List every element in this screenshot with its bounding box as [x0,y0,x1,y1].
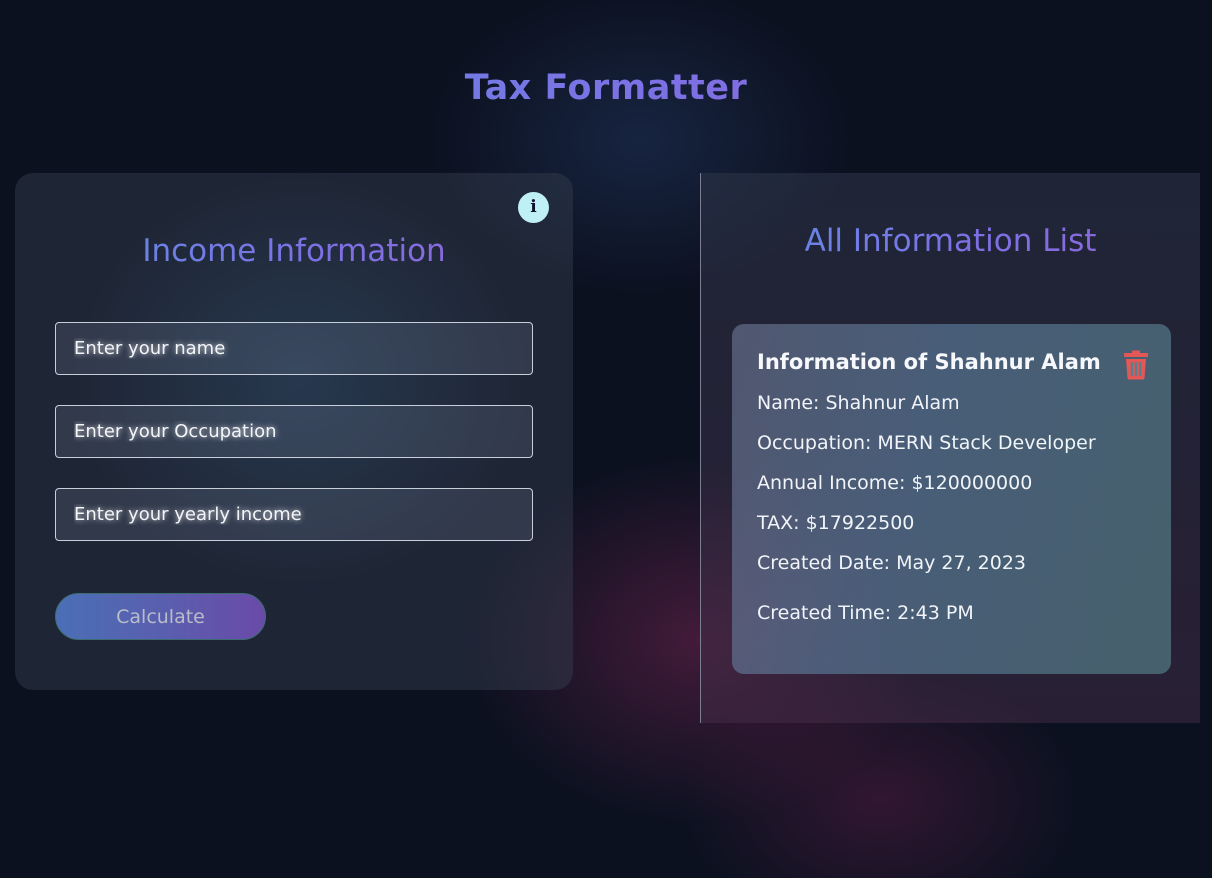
occupation-input[interactable] [55,405,533,458]
information-list-title: All Information List [701,223,1200,259]
yearly-income-input[interactable] [55,488,533,541]
record-heading: Information of Shahnur Alam [757,350,1101,374]
trash-icon[interactable] [1123,350,1149,380]
information-list-panel: All Information List Information of Shah… [700,173,1200,723]
record-created-time: Created Time: 2:43 PM [757,602,974,624]
record-name: Name: Shahnur Alam [757,392,960,414]
income-information-title: Income Information [15,233,573,269]
income-information-card: i Income Information Calculate [15,173,573,690]
app-title: Tax Formatter [0,68,1212,108]
info-icon[interactable]: i [518,192,549,223]
record-created-date: Created Date: May 27, 2023 [757,552,1027,574]
record-occupation: Occupation: MERN Stack Developer [757,432,1096,454]
name-input[interactable] [55,322,533,375]
information-record-card: Information of Shahnur Alam Name: Shahnu… [732,324,1171,674]
record-tax: TAX: $17922500 [757,512,915,534]
record-annual-income: Annual Income: $120000000 [757,472,1033,494]
calculate-button[interactable]: Calculate [55,593,266,640]
